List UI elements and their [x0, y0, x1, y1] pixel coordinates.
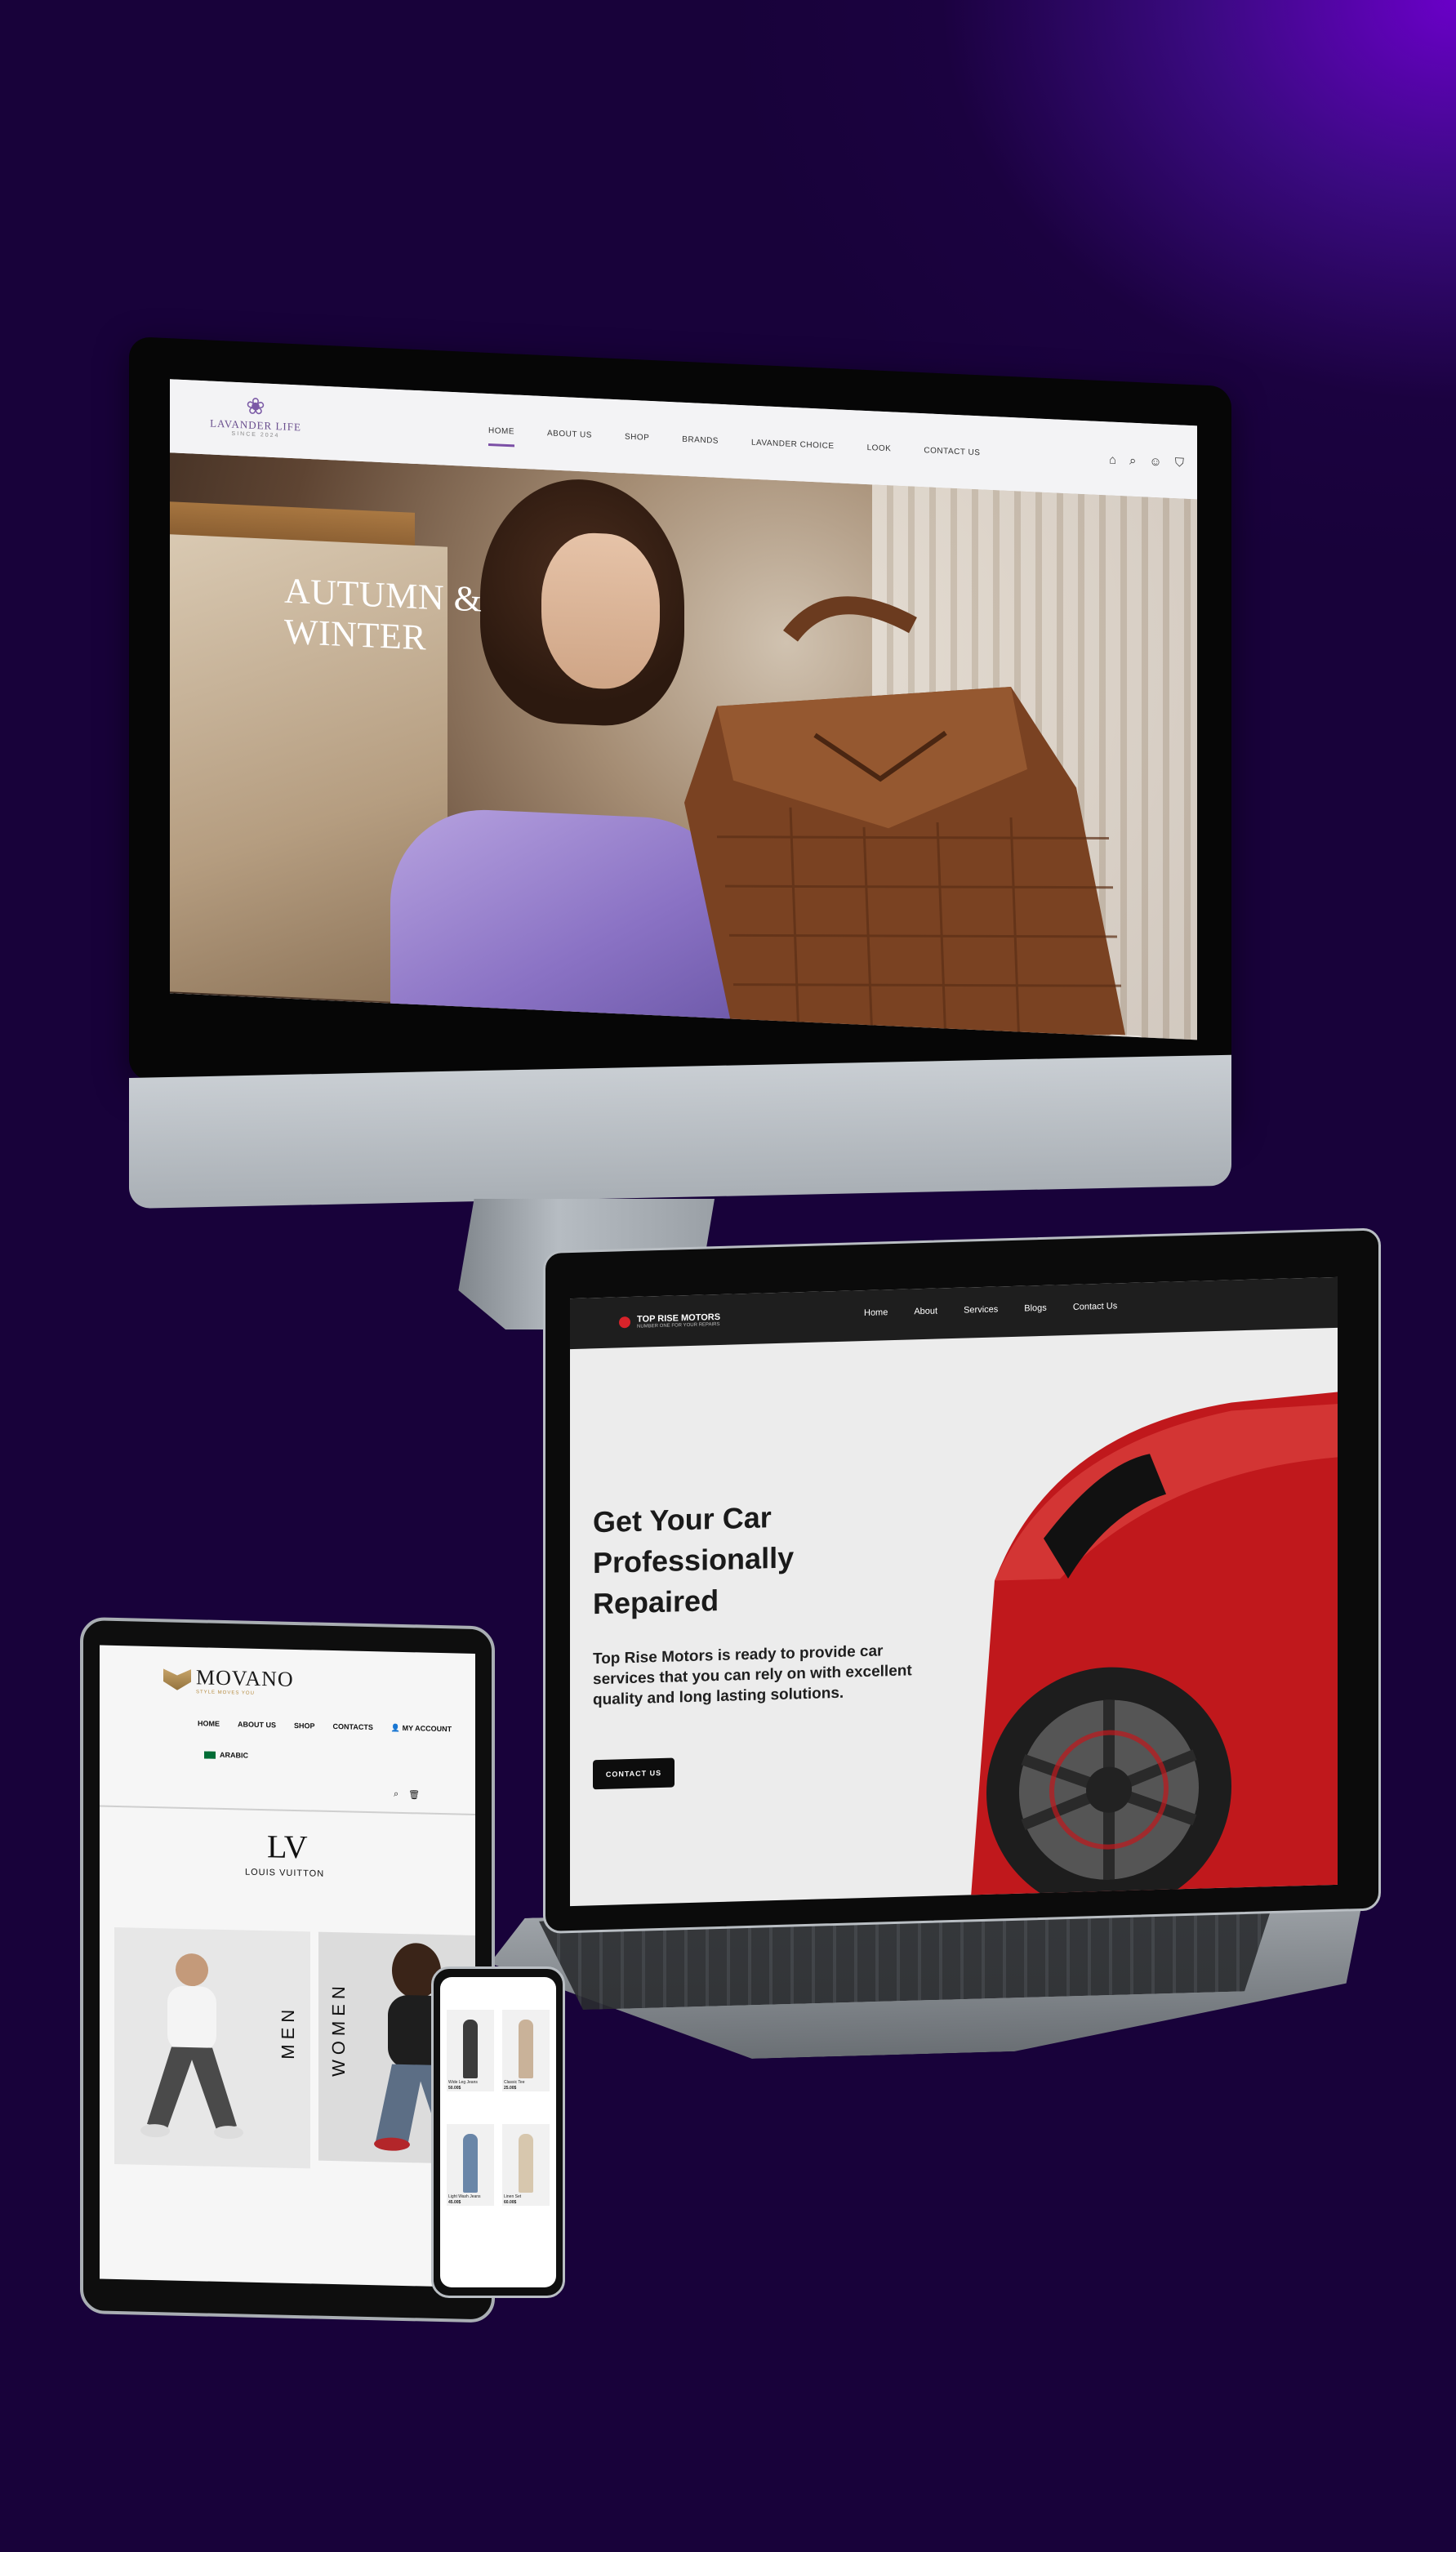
my-account-label: MY ACCOUNT: [402, 1723, 452, 1734]
brand-logo[interactable]: ❀ LAVANDER LIFE SINCE 2024: [203, 392, 309, 440]
nav-look[interactable]: LOOK: [867, 443, 892, 464]
brand-mark-icon: [619, 1316, 630, 1329]
product-card[interactable]: Linen Set 60.00$: [502, 2124, 550, 2206]
nav-contact[interactable]: CONTACT US: [924, 446, 980, 468]
divider: [100, 1805, 475, 1815]
phone-shop-page: Wide Leg Jeans 50.00$ Classic Tee 25.00$…: [440, 1977, 556, 2287]
men-category-card[interactable]: MEN: [114, 1926, 310, 2169]
phone-device: Wide Leg Jeans 50.00$ Classic Tee 25.00$…: [431, 1966, 565, 2298]
language-label: ARABIC: [220, 1750, 248, 1760]
cart-icon[interactable]: 🗑: [408, 1789, 420, 1800]
men-label: MEN: [278, 2004, 298, 2060]
nav-brands[interactable]: BRANDS: [682, 435, 719, 457]
nav-about[interactable]: ABOUT US: [547, 429, 592, 450]
brand-logo[interactable]: MOVANO STYLE MOVES YOU: [163, 1664, 294, 1697]
red-car-image: [970, 1391, 1338, 1907]
cart-icon[interactable]: ⛉: [1175, 456, 1184, 470]
search-icon[interactable]: ⌕: [1129, 454, 1136, 468]
shield-icon: [163, 1668, 191, 1690]
product-card[interactable]: Classic Tee 25.00$: [502, 2010, 550, 2091]
brand-name: MOVANO: [196, 1665, 294, 1691]
whatsapp-button[interactable]: WhatsApp Us: [170, 1004, 255, 1035]
movano-website: MOVANO STYLE MOVES YOU HOME ABOUT US SHO…: [100, 1645, 475, 2287]
nav-home[interactable]: HOME: [198, 1719, 220, 1729]
nav-lavander-choice[interactable]: LAVANDER CHOICE: [751, 439, 835, 462]
hero-banner: AUTUMN & WINTER WhatsApp Us ← →: [170, 452, 1197, 1040]
header-icons: ⌂ ⌕ ☺ ⛉: [1109, 452, 1184, 470]
lv-logo[interactable]: LV: [267, 1827, 308, 1866]
hero-title: Get Your Car Professionally Repaired: [593, 1500, 795, 1621]
product-price: 45.00$: [448, 2200, 461, 2205]
header-icons: ⌕ 🗑: [394, 1789, 420, 1801]
women-label: WOMEN: [328, 1980, 349, 2078]
user-icon[interactable]: ☺: [1149, 455, 1161, 470]
product-image: [519, 2020, 533, 2078]
nav-home[interactable]: HOME: [488, 425, 514, 448]
nav-services[interactable]: Services: [964, 1304, 998, 1315]
slider-next-button[interactable]: →: [1107, 1034, 1143, 1040]
product-card[interactable]: Wide Leg Jeans 50.00$: [447, 2010, 494, 2091]
nav-blogs[interactable]: Blogs: [1024, 1303, 1047, 1314]
product-image: [519, 2134, 533, 2193]
hero-description: Top Rise Motors is ready to provide car …: [593, 1642, 912, 1709]
nav-about[interactable]: About: [914, 1307, 937, 1317]
product-name: Light Wash Jeans: [448, 2194, 481, 2199]
product-price: 60.00$: [504, 2200, 517, 2205]
nav-my-account[interactable]: 👤 MY ACCOUNT: [391, 1724, 452, 1735]
language-switch[interactable]: ARABIC: [204, 1750, 248, 1760]
product-card[interactable]: Light Wash Jeans 45.00$: [447, 2124, 494, 2206]
product-image: [463, 2020, 478, 2078]
product-name: Linen Set: [504, 2194, 522, 2199]
laptop-display: TOP RISE MOTORS NUMBER ONE FOR YOUR REPA…: [543, 1227, 1381, 1934]
product-price: 25.00$: [504, 2086, 517, 2091]
lavander-website: AUTUMN & WINTER WhatsApp Us ← → ❀ LAVAND…: [170, 379, 1197, 1040]
nav-contact[interactable]: Contact Us: [1073, 1301, 1117, 1312]
featured-brand-name: LOUIS VUITTON: [245, 1867, 325, 1879]
account-icon[interactable]: ⌂: [1109, 452, 1116, 466]
handbag-image: [684, 596, 1125, 1040]
user-icon: 👤: [390, 1723, 401, 1732]
imac-display: AUTUMN & WINTER WhatsApp Us ← → ❀ LAVAND…: [129, 336, 1231, 1130]
product-name: Classic Tee: [504, 2080, 525, 2085]
product-name: Wide Leg Jeans: [448, 2080, 478, 2085]
nav-about[interactable]: ABOUT US: [238, 1720, 276, 1730]
slider-prev-button[interactable]: ←: [266, 1004, 302, 1040]
main-nav: HOME ABOUT US SHOP CONTACTS 👤 MY ACCOUNT: [198, 1719, 452, 1734]
nav-shop[interactable]: SHOP: [625, 433, 649, 453]
product-image: [463, 2134, 478, 2193]
product-price: 50.00$: [448, 2086, 461, 2091]
brand-logo[interactable]: TOP RISE MOTORS NUMBER ONE FOR YOUR REPA…: [619, 1312, 720, 1329]
nav-shop[interactable]: SHOP: [294, 1721, 315, 1731]
contact-us-button[interactable]: CONTACT US: [593, 1757, 675, 1790]
main-nav: HOME ABOUT US SHOP BRANDS LAVANDER CHOIC…: [488, 425, 980, 468]
search-icon[interactable]: ⌕: [394, 1789, 399, 1800]
men-model-image: [140, 1953, 243, 2140]
main-nav: Home About Services Blogs Contact Us: [864, 1301, 1117, 1318]
flag-icon: [204, 1750, 216, 1759]
top-rise-website: TOP RISE MOTORS NUMBER ONE FOR YOUR REPA…: [570, 1276, 1338, 1907]
model-face: [541, 530, 660, 692]
nav-home[interactable]: Home: [864, 1307, 888, 1318]
nav-contacts[interactable]: CONTACTS: [333, 1722, 373, 1732]
imac-chin: [129, 1054, 1231, 1209]
hero-title: AUTUMN & WINTER: [284, 571, 482, 661]
